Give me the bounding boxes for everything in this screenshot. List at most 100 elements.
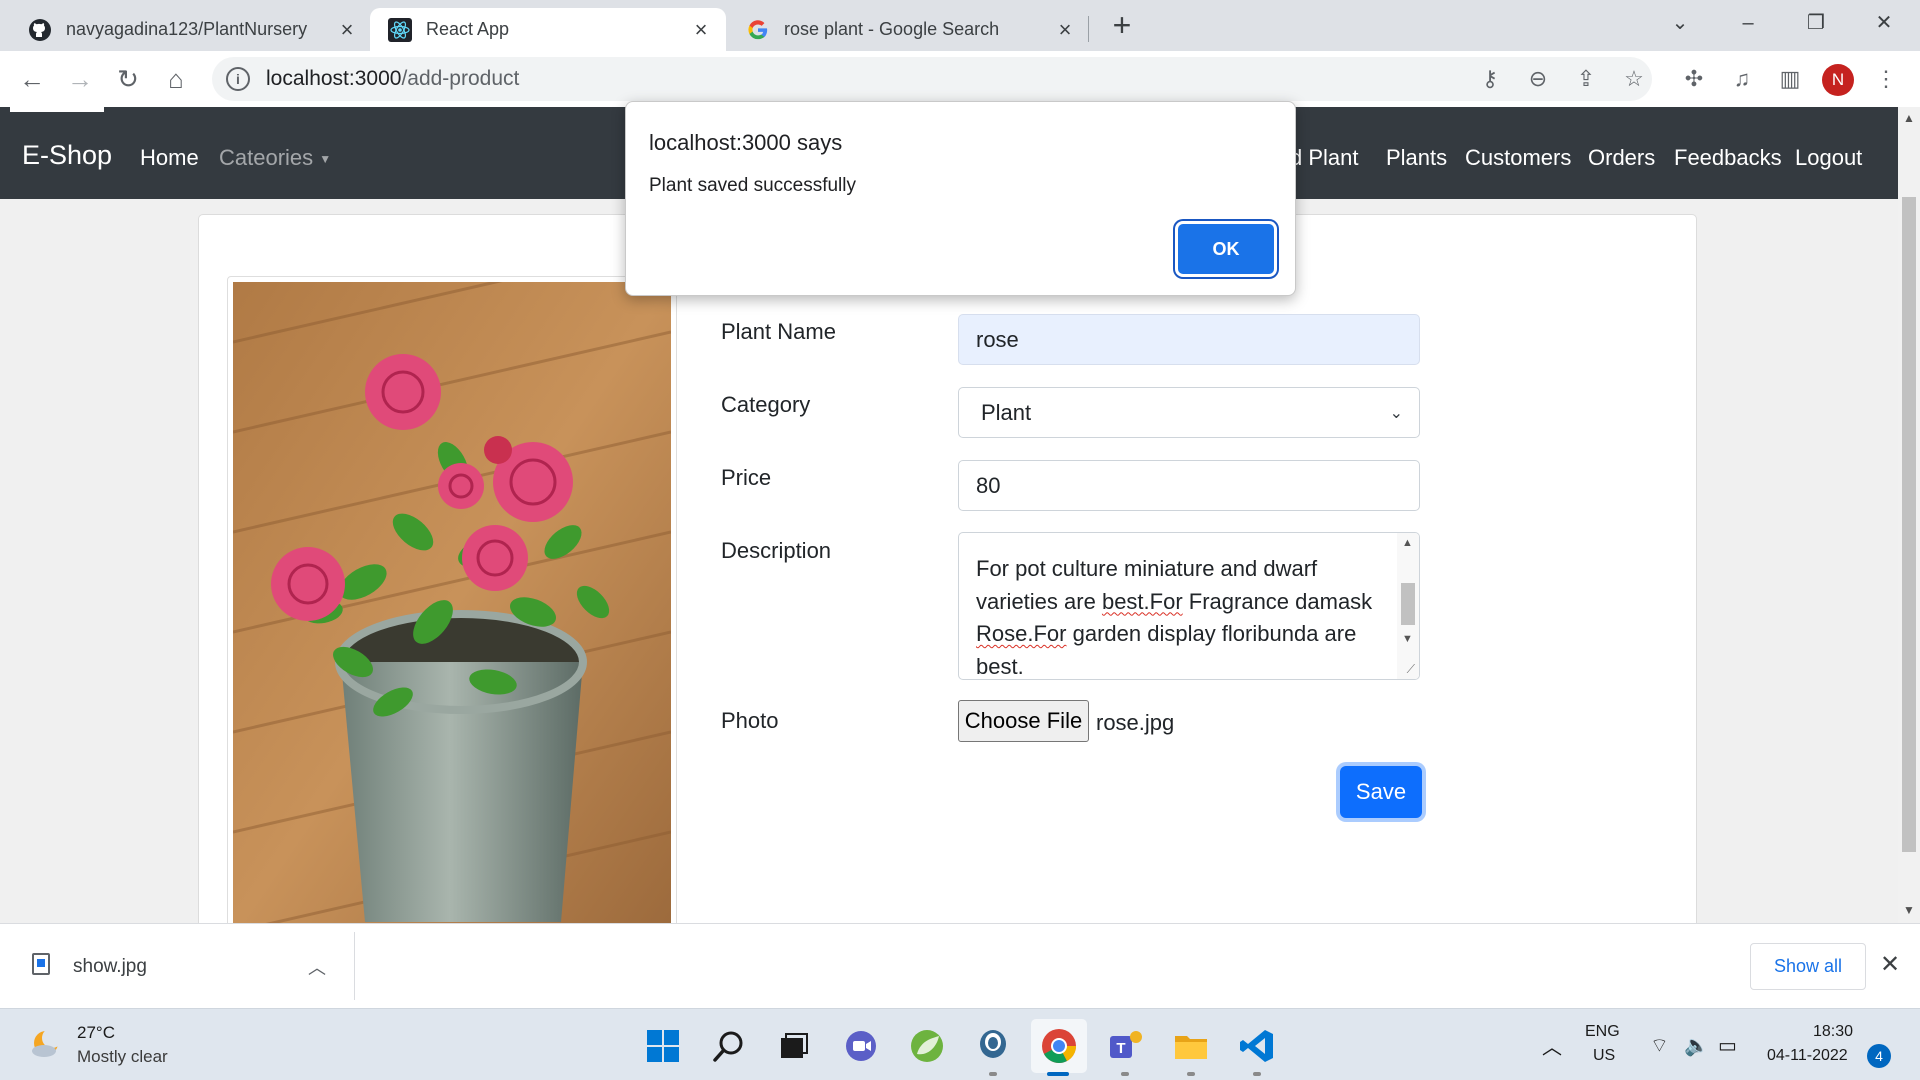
dialog-message: Plant saved successfully	[649, 175, 856, 196]
bookmark-star-icon[interactable]: ☆	[1620, 65, 1648, 93]
wifi-icon[interactable]: ⌔	[1650, 1033, 1669, 1058]
teams-chat-icon[interactable]	[842, 1027, 880, 1065]
top-bar-highlight	[10, 107, 104, 112]
menu-dots-icon[interactable]: ⋮	[1872, 65, 1900, 93]
price-label: Price	[721, 465, 772, 490]
react-icon	[388, 17, 412, 42]
key-icon[interactable]: ⚷	[1476, 65, 1504, 93]
show-all-button[interactable]: Show all	[1750, 943, 1866, 990]
textarea-scrollbar[interactable]: ▲ ▼	[1397, 533, 1419, 679]
zoom-icon[interactable]: ⊖	[1524, 65, 1552, 93]
nav-home[interactable]: Home	[140, 145, 199, 171]
media-control-icon[interactable]: ♫	[1728, 65, 1756, 93]
nav-add-plant[interactable]: d Plant	[1290, 145, 1359, 171]
address-bar[interactable]: i localhost:3000/add-product	[212, 57, 1652, 101]
download-item-name[interactable]: show.jpg	[73, 956, 147, 978]
plant-name-input[interactable]: rose	[958, 314, 1420, 365]
extensions-icon[interactable]: ✣	[1680, 65, 1708, 93]
profile-avatar[interactable]: N	[1822, 64, 1854, 96]
close-icon[interactable]: ×	[690, 18, 712, 41]
close-icon[interactable]: ×	[336, 18, 358, 41]
category-select[interactable]: Plant ⌄	[958, 387, 1420, 438]
task-view-icon[interactable]	[775, 1027, 813, 1065]
tab-search-chevron-icon[interactable]: ⌄	[1660, 8, 1700, 38]
running-indicator	[1253, 1072, 1261, 1076]
browser-toolbar: ← → ↻ ⌂ i localhost:3000/add-product ⚷ ⊖…	[0, 51, 1920, 107]
windows-start-icon[interactable]	[644, 1027, 682, 1065]
nav-orders[interactable]: Orders	[1588, 145, 1655, 171]
home-icon[interactable]: ⌂	[160, 63, 192, 95]
reload-icon[interactable]: ↻	[112, 63, 144, 95]
nav-logout[interactable]: Logout	[1795, 145, 1862, 171]
new-tab-button[interactable]: +	[1108, 9, 1136, 42]
windows-taskbar: 27°C Mostly clear T ︿ ENG US ⌔ 🔈 ▭ 18:30…	[0, 1008, 1920, 1080]
site-info-icon[interactable]: i	[226, 67, 250, 91]
region-code[interactable]: US	[1593, 1047, 1615, 1065]
shelf-divider	[354, 932, 355, 1000]
brand-logo[interactable]: E-Shop	[22, 140, 112, 171]
category-label: Category	[721, 392, 811, 417]
description-textarea[interactable]: For pot culture miniature and dwarf varie…	[958, 532, 1420, 680]
tab-separator	[1088, 16, 1089, 42]
postgresql-icon[interactable]	[974, 1027, 1012, 1065]
forward-arrow-icon[interactable]: →	[64, 63, 96, 95]
scroll-down-arrow-icon[interactable]: ▼	[1402, 633, 1413, 645]
description-text: For pot culture miniature and dwarf varie…	[976, 556, 1373, 679]
selected-file-name: rose.jpg	[1096, 710, 1175, 735]
page-scroll-thumb[interactable]	[1902, 197, 1916, 852]
ok-button[interactable]: OK	[1178, 224, 1274, 274]
resize-grip-icon[interactable]: ⟋	[1407, 662, 1415, 677]
active-indicator	[1047, 1072, 1069, 1076]
close-icon[interactable]: ✕	[1880, 950, 1900, 979]
search-icon[interactable]	[710, 1027, 748, 1065]
window-close-button[interactable]: ✕	[1864, 8, 1904, 38]
page-scrollbar[interactable]: ▲ ▼	[1898, 107, 1920, 923]
chevron-up-icon[interactable]: ︿	[308, 954, 326, 980]
tab-google-search[interactable]: rose plant - Google Search ×	[726, 8, 1090, 51]
tray-overflow-chevron-icon[interactable]: ︿	[1542, 1031, 1562, 1060]
restore-button[interactable]: ❐	[1796, 8, 1836, 38]
image-file-icon	[32, 953, 50, 975]
rose-plant-image	[233, 282, 671, 923]
photo-label: Photo	[721, 708, 779, 733]
tab-github[interactable]: navyagadina123/PlantNursery ×	[0, 8, 372, 51]
tab-title: React App	[426, 19, 510, 39]
clock-time[interactable]: 18:30	[1813, 1023, 1853, 1041]
side-panel-icon[interactable]: ▥	[1776, 65, 1804, 93]
nav-plants[interactable]: Plants	[1386, 145, 1447, 171]
weather-condition[interactable]: Mostly clear	[77, 1047, 168, 1067]
scroll-up-arrow-icon[interactable]: ▲	[1402, 537, 1413, 549]
minimize-button[interactable]: –	[1728, 8, 1768, 38]
volume-icon[interactable]: 🔈	[1684, 1033, 1709, 1058]
tab-react-app[interactable]: React App ×	[370, 8, 726, 51]
notification-badge[interactable]: 4	[1867, 1044, 1891, 1068]
running-indicator	[989, 1072, 997, 1076]
price-input[interactable]: 80	[958, 460, 1420, 511]
save-button[interactable]: Save	[1340, 766, 1422, 818]
textarea-scroll-thumb[interactable]	[1401, 583, 1415, 625]
scroll-up-arrow-icon[interactable]: ▲	[1903, 111, 1915, 125]
nav-feedbacks[interactable]: Feedbacks	[1674, 145, 1782, 171]
description-label: Description	[721, 538, 832, 563]
nav-customers[interactable]: Customers	[1465, 145, 1571, 171]
language-code[interactable]: ENG	[1585, 1023, 1620, 1041]
url-text: localhost:3000/add-product	[266, 67, 520, 90]
vscode-icon[interactable]	[1238, 1027, 1276, 1065]
nav-categories-dropdown[interactable]: Cateories ▼	[219, 145, 331, 171]
choose-file-button[interactable]: Choose File	[958, 700, 1089, 742]
spring-tool-icon[interactable]	[908, 1027, 946, 1065]
chrome-icon[interactable]	[1031, 1019, 1087, 1073]
share-icon[interactable]: ⇪	[1572, 65, 1600, 93]
teams-icon[interactable]: T	[1106, 1027, 1144, 1065]
back-arrow-icon[interactable]: ←	[16, 63, 48, 95]
tab-title: navyagadina123/PlantNursery	[66, 19, 308, 39]
moon-cloud-icon[interactable]	[30, 1027, 64, 1061]
clock-date[interactable]: 04-11-2022	[1767, 1047, 1848, 1065]
battery-icon[interactable]: ▭	[1718, 1033, 1737, 1058]
scroll-down-arrow-icon[interactable]: ▼	[1903, 903, 1915, 917]
close-icon[interactable]: ×	[1054, 18, 1076, 41]
weather-temperature[interactable]: 27°C	[77, 1023, 115, 1043]
plant-name-label: Plant Name	[721, 319, 836, 344]
file-explorer-icon[interactable]	[1172, 1027, 1210, 1065]
google-icon	[746, 18, 770, 42]
